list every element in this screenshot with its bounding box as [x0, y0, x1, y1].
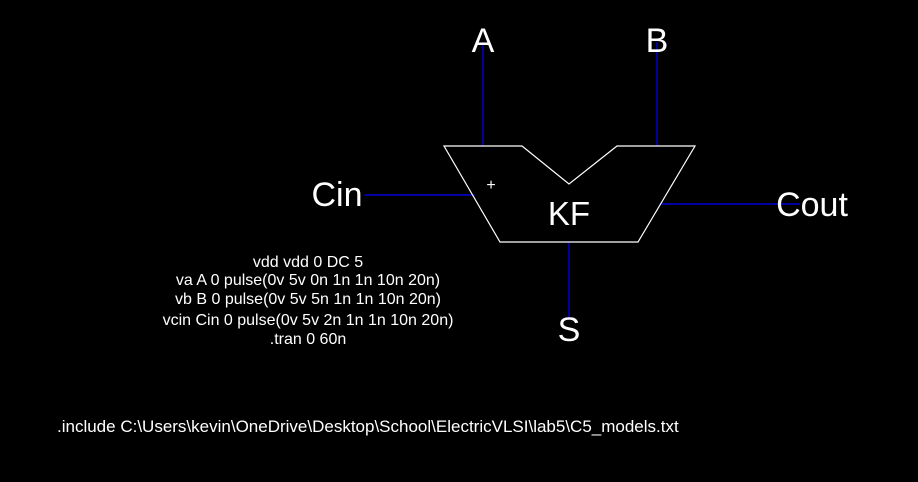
- block-name-label: KF: [548, 195, 590, 232]
- spice-code-block[interactable]: vdd vdd 0 DC 5 va A 0 pulse(0v 5v 0n 1n …: [163, 254, 454, 348]
- pin-label-cout[interactable]: Cout: [776, 186, 848, 224]
- schematic-drawing[interactable]: KF + A B Cin Cout S vdd vdd 0 DC 5 va A …: [0, 0, 918, 482]
- pin-label-b[interactable]: B: [646, 22, 669, 60]
- spice-line: .tran 0 60n: [270, 331, 347, 348]
- pin-label-cin[interactable]: Cin: [311, 176, 362, 214]
- spice-line: vdd vdd 0 DC 5: [253, 254, 363, 271]
- pin-label-a[interactable]: A: [472, 22, 495, 60]
- block-center-marker: +: [486, 177, 495, 194]
- schematic-canvas[interactable]: KF + A B Cin Cout S vdd vdd 0 DC 5 va A …: [0, 0, 918, 482]
- spice-line: vcin Cin 0 pulse(0v 5v 2n 1n 1n 10n 20n): [163, 312, 454, 329]
- spice-line: vb B 0 pulse(0v 5v 5n 1n 1n 10n 20n): [175, 291, 441, 308]
- pin-label-s[interactable]: S: [558, 311, 581, 349]
- spice-line: va A 0 pulse(0v 5v 0n 1n 1n 10n 20n): [176, 272, 440, 289]
- include-directive[interactable]: .include C:\Users\kevin\OneDrive\Desktop…: [57, 417, 679, 436]
